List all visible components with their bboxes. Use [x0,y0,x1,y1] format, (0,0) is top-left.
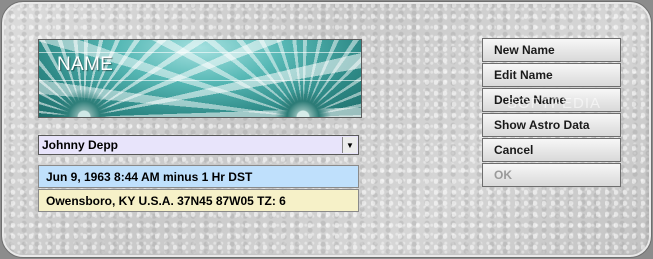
ok-button-label: OK [494,168,512,182]
delete-name-button-label: Delete Name [494,93,567,107]
birth-location-text: Owensboro, KY U.S.A. 37N45 87W05 TZ: 6 [46,194,286,208]
edit-name-button[interactable]: Edit Name [482,63,621,87]
show-astro-data-button[interactable]: Show Astro Data [482,113,621,137]
birth-datetime-field: Jun 9, 1963 8:44 AM minus 1 Hr DST [38,165,359,188]
name-select[interactable]: Johnny Depp ▼ [38,135,359,155]
dialog-window: NAME Johnny Depp ▼ Jun 9, 1963 8:44 AM m… [1,1,652,258]
show-astro-data-button-label: Show Astro Data [494,118,590,132]
cancel-button-label: Cancel [494,143,534,157]
ok-button[interactable]: OK [482,163,621,187]
birth-location-field: Owensboro, KY U.S.A. 37N45 87W05 TZ: 6 [38,189,359,212]
chevron-down-icon[interactable]: ▼ [342,137,357,153]
name-banner: NAME [38,39,362,118]
banner-line-bottom [39,80,361,81]
name-select-value: Johnny Depp [42,138,119,152]
delete-name-button[interactable]: Delete Name [482,88,621,112]
birth-datetime-text: Jun 9, 1963 8:44 AM minus 1 Hr DST [46,170,253,184]
banner-title: NAME [57,54,114,75]
banner-line-top [39,52,361,53]
new-name-button-label: New Name [494,43,555,57]
edit-name-button-label: Edit Name [494,68,553,82]
new-name-button[interactable]: New Name [482,38,621,62]
cancel-button[interactable]: Cancel [482,138,621,162]
